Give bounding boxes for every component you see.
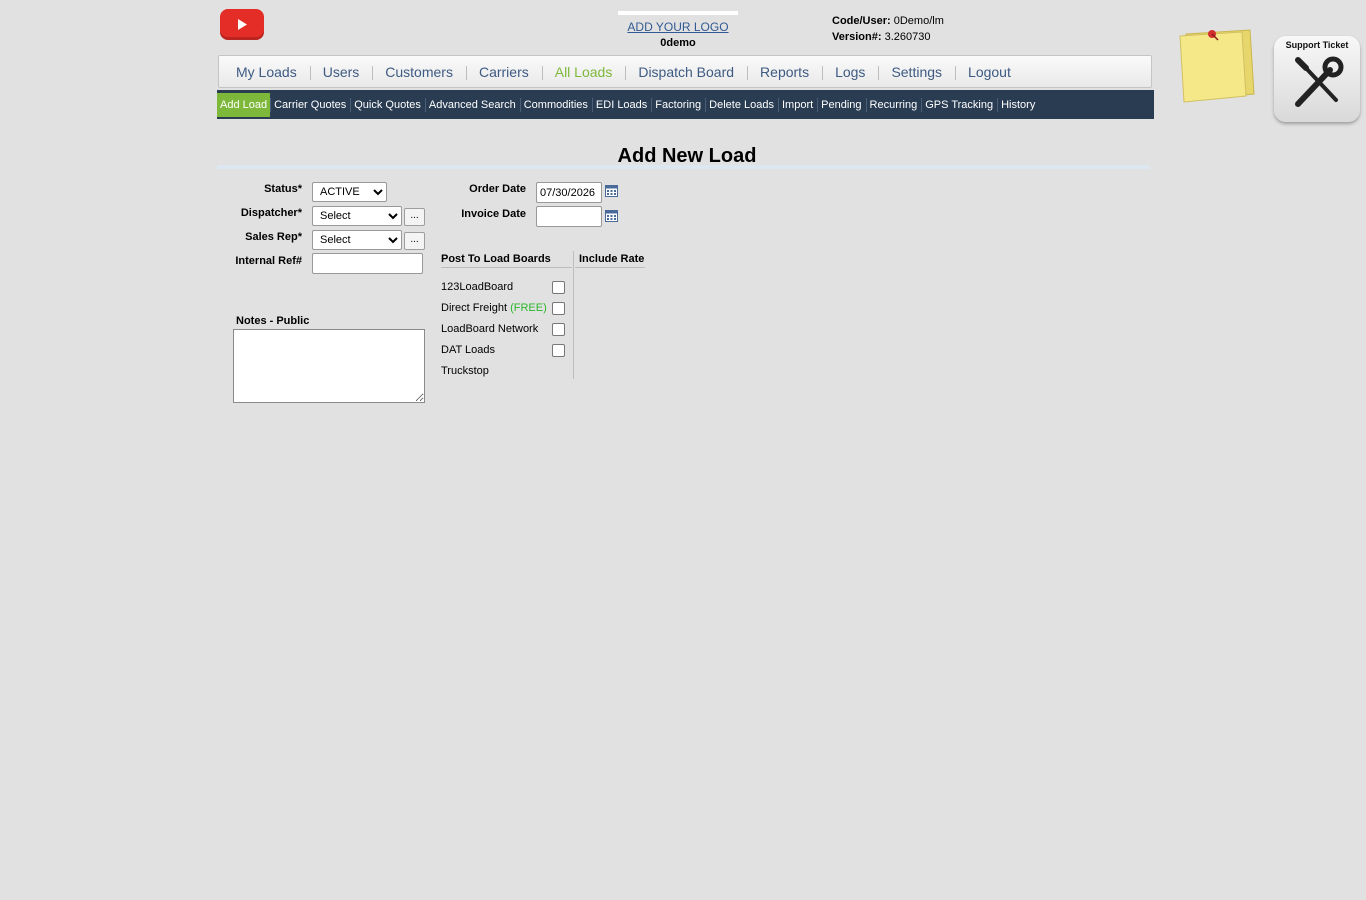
load-board-checkbox[interactable]: [552, 281, 565, 294]
subnav-history[interactable]: History: [997, 93, 1039, 117]
subnav-pending[interactable]: Pending: [817, 93, 865, 117]
sales-rep-more-button[interactable]: ...: [404, 232, 425, 250]
dispatcher-more-button[interactable]: ...: [404, 208, 425, 226]
sales-rep-label: Sales Rep*: [245, 231, 302, 243]
subnav-advanced-search[interactable]: Advanced Search: [424, 93, 520, 117]
nav-reports[interactable]: Reports: [747, 63, 822, 81]
dispatcher-select[interactable]: Select: [312, 206, 402, 226]
load-board-row: Direct Freight (FREE): [441, 302, 547, 314]
load-board-row: Truckstop: [441, 365, 489, 377]
subnav-carrier-quotes[interactable]: Carrier Quotes: [270, 93, 350, 117]
calendar-icon[interactable]: [605, 185, 618, 197]
load-boards-header-rule: [441, 267, 572, 268]
include-rate-header-rule: [575, 267, 645, 268]
version-value: 3.260730: [884, 31, 931, 43]
subnav-edi-loads[interactable]: EDI Loads: [591, 93, 651, 117]
notes-public-textarea[interactable]: [233, 329, 425, 403]
nav-customers[interactable]: Customers: [372, 63, 466, 81]
internal-ref-label: Internal Ref#: [235, 255, 302, 267]
youtube-play-icon: [238, 19, 247, 30]
title-divider: [217, 165, 1149, 169]
logo-placeholder-bar: [618, 11, 738, 15]
nav-users[interactable]: Users: [309, 63, 373, 81]
subnav-gps-tracking[interactable]: GPS Tracking: [921, 93, 997, 117]
invoice-date-label: Invoice Date: [461, 208, 526, 220]
nav-carriers[interactable]: Carriers: [465, 63, 542, 81]
subnav-recurring[interactable]: Recurring: [865, 93, 922, 117]
free-badge: (FREE): [510, 302, 547, 314]
post-to-load-boards-header: Post To Load Boards: [441, 253, 551, 265]
invoice-date-input[interactable]: [536, 206, 602, 227]
include-rate-header: Include Rate: [579, 253, 645, 265]
nav-dispatch-board[interactable]: Dispatch Board: [625, 63, 747, 81]
load-board-row: 123LoadBoard: [441, 281, 513, 293]
sales-rep-select[interactable]: Select: [312, 230, 402, 250]
order-date-label: Order Date: [469, 183, 526, 195]
status-select[interactable]: ACTIVE: [312, 182, 387, 202]
calendar-icon[interactable]: [605, 210, 618, 222]
dispatcher-label: Dispatcher*: [240, 207, 302, 219]
nav-settings[interactable]: Settings: [878, 63, 955, 81]
company-name: 0demo: [660, 37, 696, 49]
nav-my-loads[interactable]: My Loads: [223, 63, 310, 81]
load-board-name: Truckstop: [441, 365, 489, 377]
load-board-checkbox[interactable]: [552, 323, 565, 336]
sticky-note-button[interactable]: [1176, 26, 1256, 104]
load-boards-divider: [573, 251, 574, 379]
subnav-import[interactable]: Import: [777, 93, 817, 117]
add-logo-link[interactable]: ADD YOUR LOGO: [600, 20, 756, 34]
sticky-note-icon: [1179, 29, 1255, 103]
load-board-row: LoadBoard Network: [441, 323, 538, 335]
load-board-row: DAT Loads: [441, 344, 495, 356]
version-label: Version#:: [832, 31, 882, 43]
wrench-screwdriver-icon: [1295, 56, 1344, 107]
load-board-name: Direct Freight: [441, 302, 508, 314]
main-nav: My Loads Users Customers Carriers All Lo…: [218, 55, 1152, 88]
subnav-quick-quotes[interactable]: Quick Quotes: [350, 93, 425, 117]
user-info: Code/User: 0Demo/lm Version#: 3.260730: [832, 13, 944, 45]
subnav-add-load[interactable]: Add Load: [217, 92, 271, 117]
subnav-factoring[interactable]: Factoring: [651, 93, 705, 117]
load-board-name: DAT Loads: [441, 344, 496, 356]
order-date-input[interactable]: [536, 182, 602, 203]
status-label: Status*: [264, 183, 302, 195]
load-board-name: 123LoadBoard: [441, 281, 514, 293]
load-board-name: LoadBoard Network: [441, 323, 539, 335]
youtube-button[interactable]: [220, 9, 264, 40]
support-ticket-button[interactable]: Support Ticket: [1274, 36, 1360, 122]
load-board-checkbox[interactable]: [552, 302, 565, 315]
sub-nav: Add Load Carrier Quotes Quick Quotes Adv…: [217, 90, 1154, 119]
support-ticket-label: Support Ticket: [1285, 40, 1349, 50]
nav-logs[interactable]: Logs: [822, 63, 878, 81]
code-user-value: 0Demo/lm: [893, 15, 944, 27]
internal-ref-input[interactable]: [312, 253, 423, 274]
subnav-commodities[interactable]: Commodities: [519, 93, 592, 117]
nav-logout[interactable]: Logout: [955, 63, 1024, 81]
code-user-label: Code/User:: [832, 15, 891, 27]
nav-all-loads[interactable]: All Loads: [541, 63, 626, 81]
subnav-delete-loads[interactable]: Delete Loads: [705, 93, 778, 117]
load-board-checkbox[interactable]: [552, 344, 565, 357]
notes-public-label: Notes - Public: [236, 315, 310, 327]
